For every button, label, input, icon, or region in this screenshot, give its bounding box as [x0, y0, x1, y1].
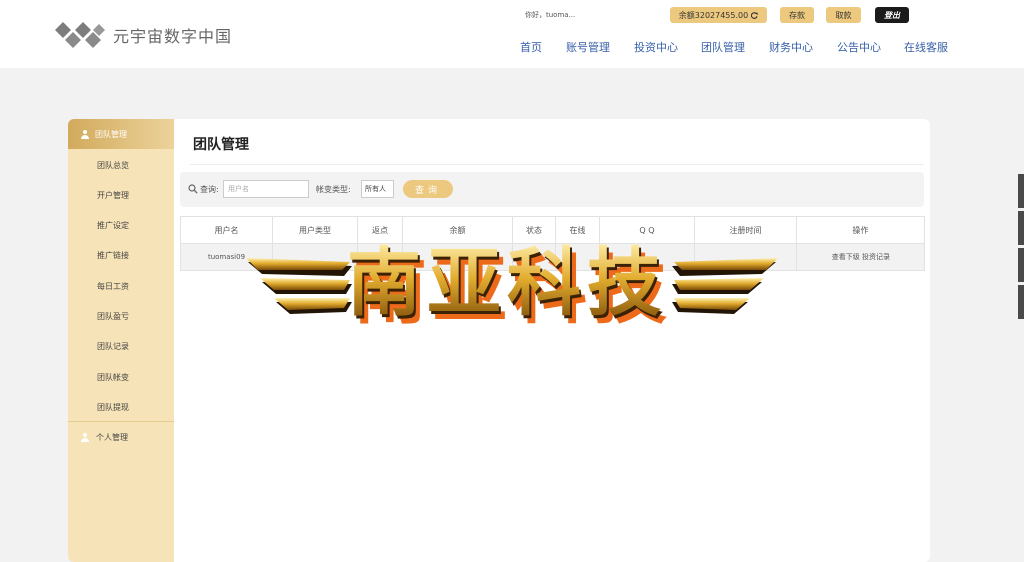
invest-records-link[interactable]: 投资记录: [862, 253, 890, 261]
refresh-icon[interactable]: [751, 11, 758, 19]
nav-home[interactable]: 首页: [520, 39, 542, 55]
username-input[interactable]: 用户名: [223, 180, 309, 198]
cell-rebate: [357, 243, 403, 271]
balance-text: 余额32027455.00: [678, 10, 749, 20]
col-rebate: 返点: [357, 216, 403, 244]
sidebar: 团队管理 团队总览 开户管理 推广设定 推广链接 每日工资 团队盈亏 团队记录 …: [68, 119, 174, 562]
cell-reg-time: [694, 243, 797, 271]
col-qq: Q Q: [599, 216, 695, 244]
sidebar-item-account-opening[interactable]: 开户管理: [97, 190, 129, 201]
logout-button[interactable]: 登出: [875, 7, 909, 23]
page-title: 团队管理: [193, 137, 249, 153]
sidebar-item-promo-link[interactable]: 推广链接: [97, 250, 129, 261]
main-nav: 首页 账号管理 投资中心 团队管理 财务中心 公告中心 在线客服: [0, 39, 1024, 55]
nav-account[interactable]: 账号管理: [566, 39, 610, 55]
sidebar-item-promo-settings[interactable]: 推广设定: [97, 220, 129, 231]
sidebar-item-team-records[interactable]: 团队记录: [97, 341, 129, 352]
sidebar-section-personal[interactable]: 个人管理: [80, 432, 128, 443]
sidebar-item-team-changes[interactable]: 团队帐变: [97, 372, 129, 383]
withdraw-button[interactable]: 取款: [826, 7, 861, 23]
sidebar-section-title: 团队管理: [95, 129, 127, 139]
nav-finance[interactable]: 财务中心: [769, 39, 813, 55]
title-divider: [190, 164, 924, 165]
cell-user-type: [272, 243, 358, 271]
edge-tab-2[interactable]: [1018, 211, 1024, 245]
edge-tab-3[interactable]: [1018, 248, 1024, 282]
sidebar-item-team-withdraw[interactable]: 团队提现: [97, 402, 129, 413]
nav-team[interactable]: 团队管理: [701, 39, 745, 55]
nav-support[interactable]: 在线客服: [904, 39, 948, 55]
sidebar-personal-label: 个人管理: [96, 433, 128, 442]
col-balance: 余额: [402, 216, 513, 244]
col-user-type: 用户类型: [272, 216, 358, 244]
search-bar: 查询: 用户名 帐变类型: 所有人 查询: [180, 172, 924, 207]
balance-badge[interactable]: 余额32027455.00: [670, 7, 767, 23]
user-greeting[interactable]: 你好，tuoma...: [525, 10, 575, 20]
query-label: 查询:: [200, 185, 219, 194]
team-icon: [80, 129, 89, 139]
table-header-row: 用户名 用户类型 返点 余额 状态 在线 Q Q 注册时间 操作: [180, 216, 925, 244]
cell-balance: [402, 243, 513, 271]
cell-actions: 查看下级 投资记录: [796, 243, 925, 271]
sidebar-section-team[interactable]: 团队管理: [68, 119, 174, 149]
sidebar-item-daily-wage[interactable]: 每日工资: [97, 281, 129, 292]
cell-username: tuomasi09: [180, 243, 273, 271]
type-label: 帐变类型:: [316, 185, 351, 194]
edge-tab-1[interactable]: [1018, 174, 1024, 208]
sidebar-divider: [68, 421, 174, 422]
sidebar-item-team-overview[interactable]: 团队总览: [97, 160, 129, 171]
query-button[interactable]: 查询: [403, 180, 453, 198]
type-select[interactable]: 所有人: [361, 180, 394, 198]
cell-status: 正常: [512, 243, 556, 271]
nav-notice[interactable]: 公告中心: [837, 39, 881, 55]
table-row: tuomasi09 正常 查看下级 投资记录: [180, 243, 925, 271]
nav-invest[interactable]: 投资中心: [634, 39, 678, 55]
main-card: 团队管理 团队总览 开户管理 推广设定 推广链接 每日工资 团队盈亏 团队记录 …: [68, 119, 930, 562]
cell-online: [555, 243, 600, 271]
col-online: 在线: [555, 216, 600, 244]
col-status: 状态: [512, 216, 556, 244]
view-subordinates-link[interactable]: 查看下级: [832, 253, 860, 261]
col-actions: 操作: [796, 216, 925, 244]
cell-qq: [599, 243, 695, 271]
deposit-button[interactable]: 存款: [780, 7, 814, 23]
search-icon: [188, 184, 198, 194]
col-username: 用户名: [180, 216, 273, 244]
team-table: 用户名 用户类型 返点 余额 状态 在线 Q Q 注册时间 操作 tuomasi…: [180, 216, 925, 271]
user-icon: [80, 433, 89, 442]
col-reg-time: 注册时间: [694, 216, 797, 244]
top-header: 元宇宙数字中国 你好，tuoma... 余额32027455.00 存款 取款 …: [0, 0, 1024, 68]
edge-tab-4[interactable]: [1018, 285, 1024, 319]
sidebar-item-team-pnl[interactable]: 团队盈亏: [97, 311, 129, 322]
